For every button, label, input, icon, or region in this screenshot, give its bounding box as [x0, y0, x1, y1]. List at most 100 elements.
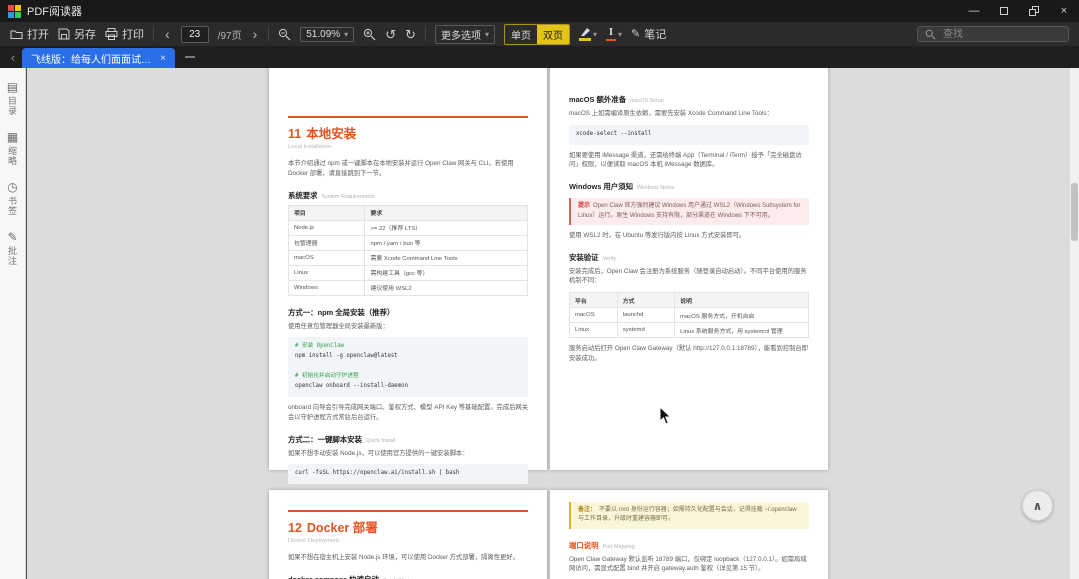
table-header-cell: 平台 — [569, 292, 618, 309]
scrollbar-thumb[interactable] — [1071, 183, 1078, 241]
search-icon — [925, 29, 936, 40]
table-cell: Windows — [287, 279, 366, 296]
pdf-page-left: 11 本地安装 Local Installation 本节介绍通过 npm 或一键… — [269, 68, 547, 498]
table-row: Node.js >= 22（推荐 LTS） — [287, 219, 528, 236]
toolbar-separator — [268, 27, 270, 41]
table-header-cell: 方式 — [616, 292, 676, 309]
fullscreen-button[interactable] — [989, 0, 1019, 22]
page-mode-toggle: 单页 双页 — [504, 23, 571, 45]
chapter-heading: 12 Docker 部署 — [288, 517, 528, 536]
rotate-left-button[interactable]: ↺ — [385, 28, 396, 41]
chevron-down-icon: ▾ — [344, 29, 349, 39]
page-total-label: /97页 — [217, 30, 242, 42]
section-title: macOS 额外准备 — [569, 95, 627, 104]
prev-page-button[interactable]: ‹ — [163, 26, 172, 42]
section-title: 安装验证 — [569, 252, 599, 262]
tab-close-icon[interactable]: × — [160, 53, 166, 64]
chapter-number: 11 — [288, 127, 302, 141]
new-tab-button[interactable] — [184, 56, 195, 58]
text-color-icon: I — [606, 26, 617, 42]
minimize-button[interactable]: — — [959, 0, 989, 22]
rotate-right-button[interactable]: ↻ — [405, 28, 416, 41]
double-page-button[interactable]: 双页 — [537, 24, 570, 44]
sidebar-item-label: 目录 — [7, 96, 17, 116]
paragraph: 如果要使用 iMessage 渠道，还需给终端 App（Terminal / i… — [569, 151, 802, 169]
close-button[interactable]: × — [1049, 0, 1079, 22]
sidebar-item-annotations[interactable]: ✎ 批注 — [6, 231, 19, 266]
thumbnails-icon: ▦ — [6, 130, 19, 144]
zoom-level-dropdown[interactable]: 51.09% ▾ — [300, 26, 355, 42]
code-line: xcode-select --install — [576, 130, 652, 137]
tab-bar: ‹ 飞线版：给每人们面面试建Opc... × — [0, 46, 1079, 68]
table-cell: launchd — [616, 307, 676, 324]
table-row: Linux 需构建工具（gcc 等） — [287, 264, 528, 281]
next-page-button[interactable]: › — [251, 26, 260, 42]
verify-table: 平台 方式 说明 macOS launchd macOS 服务方式，开机自启 L… — [569, 292, 809, 339]
page-spread: 11 本地安装 Local Installation 本节介绍通过 npm 或一键… — [27, 68, 1070, 498]
restore-button[interactable] — [1019, 0, 1049, 22]
section-title-en: Verify — [602, 255, 617, 262]
table-row: macOS launchd macOS 服务方式，开机自启 — [569, 307, 809, 324]
annotations-icon: ✎ — [7, 230, 18, 244]
vertical-scrollbar[interactable] — [1070, 68, 1079, 579]
table-cell: >= 22（推荐 LTS） — [364, 219, 528, 236]
sidebar-item-bookmarks[interactable]: ◷ 书签 — [6, 181, 19, 216]
active-document-tab[interactable]: 飞线版：给每人们面面试建Opc... × — [22, 48, 175, 68]
open-button[interactable]: 打开 — [10, 26, 49, 42]
section-title: 方式一：npm 全局安装（推荐） — [288, 307, 395, 317]
chevron-down-icon: ▾ — [593, 29, 598, 39]
text-color-tool-button[interactable]: I ▾ — [606, 26, 622, 42]
window-controls: — × — [959, 0, 1079, 22]
section-title-en: Quick Install — [365, 437, 396, 444]
chapter-title: 本地安装 — [306, 127, 357, 141]
table-row: Windows 建议使用 WSL2 — [287, 279, 528, 296]
page-number-input[interactable] — [180, 25, 209, 43]
sidebar-item-label: 批注 — [7, 246, 17, 266]
scroll-to-top-button[interactable]: ∧ — [1022, 490, 1053, 521]
chevron-down-icon: ▾ — [485, 29, 490, 39]
table-cell: Linux — [287, 264, 366, 281]
section-title: 方式二：一键脚本安装 — [288, 434, 362, 444]
section-heading: 系统要求 System Requirements — [288, 190, 528, 201]
paragraph: 使用任意包管理器全局安装最新版： — [288, 322, 389, 330]
search-box[interactable] — [917, 26, 1069, 42]
chapter-subtitle: Docker Deployment — [288, 538, 339, 544]
search-input[interactable] — [941, 27, 1055, 41]
print-button[interactable]: 打印 — [105, 26, 144, 42]
paragraph: macOS 上如需编译原生依赖，需要先安装 Xcode Command Line… — [569, 110, 773, 117]
document-viewport[interactable]: 11 本地安装 Local Installation 本节介绍通过 npm 或一键… — [27, 68, 1070, 579]
sidebar-item-thumbnails[interactable]: ▦ 缩略 — [6, 131, 19, 166]
save-as-button[interactable]: 另存 — [58, 26, 96, 42]
print-label: 打印 — [122, 29, 144, 41]
paragraph: 如果不想手动安装 Node.js，可以使用官方提供的一键安装脚本： — [288, 449, 469, 457]
sidebar: ▤ 目录 ▦ 缩略 ◷ 书签 ✎ 批注 — [0, 68, 26, 579]
paragraph: Open Claw Gateway 默认监听 18789 端口，仅绑定 loop… — [569, 555, 807, 573]
single-page-button[interactable]: 单页 — [505, 25, 537, 44]
code-block: curl -fsSL https://openclaw.ai/install.s… — [288, 464, 528, 485]
paragraph: 如果不想在宿主机上安装 Node.js 环境，可以使用 Docker 方式部署，… — [288, 554, 519, 561]
zoom-out-button[interactable] — [278, 28, 291, 41]
highlighter-tool-button[interactable]: ▾ — [579, 27, 597, 41]
zoom-in-icon — [364, 28, 376, 40]
zoom-out-icon — [279, 28, 291, 40]
chapter-title: Docker 部署 — [306, 521, 378, 535]
table-cell: macOS 服务方式，开机自启 — [674, 307, 809, 324]
table-row: Linux systemd Linux 系统服务方式，用 systemctl 管… — [569, 322, 809, 339]
notes-label: 笔记 — [644, 29, 667, 41]
zoom-in-button[interactable] — [363, 28, 376, 41]
code-comment: # 初始化并启动守护进程 — [295, 373, 359, 380]
app-logo-icon — [8, 4, 21, 18]
tip-text: Open Claw 官方强烈建议 Windows 用户通过 WSL2（Windo… — [578, 203, 801, 219]
sidebar-item-toc[interactable]: ▤ 目录 — [6, 81, 19, 116]
app-identity: PDF阅读器 — [8, 3, 82, 19]
more-options-dropdown[interactable]: 更多选项 ▾ — [435, 24, 496, 44]
tab-back-button[interactable]: ‹ — [4, 50, 22, 65]
app-title: PDF阅读器 — [27, 6, 82, 18]
printer-icon — [105, 28, 118, 40]
section-heading: 方式二：一键脚本安装 Quick Install — [288, 434, 528, 445]
sidebar-item-label: 缩略 — [7, 146, 17, 166]
toolbar: 打开 另存 打印 ‹ /97页 › 51.09% ▾ — [0, 22, 1079, 46]
notes-button[interactable]: ✎ 笔记 — [631, 26, 666, 42]
note-text: 不要以 root 身份运行容器；如需持久化配置与会话，记得挂载 ~/.openc… — [578, 507, 797, 523]
paragraph: 安装完成后，Open Claw 会注册为系统服务（随登录自动启动）。不同平台使用… — [569, 267, 807, 285]
